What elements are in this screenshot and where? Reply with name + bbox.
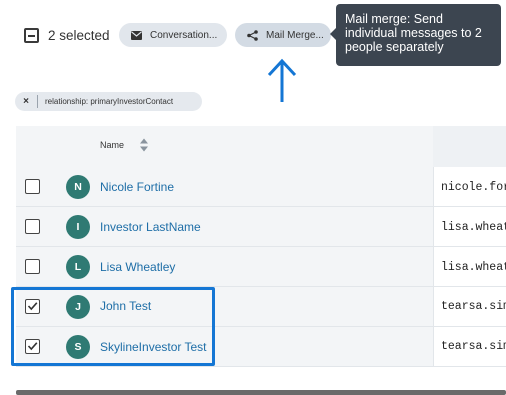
tooltip-text: Mail merge: Send individual messages to … <box>345 12 482 54</box>
chip-divider <box>37 95 38 108</box>
table-row[interactable]: S SkylineInvestor Test tearsa.sim@ <box>16 327 506 367</box>
contact-name-link[interactable]: Investor LastName <box>100 220 201 234</box>
mail-merge-tooltip: Mail merge: Send individual messages to … <box>330 4 501 66</box>
contact-name-link[interactable]: John Test <box>100 299 151 313</box>
table-row[interactable]: L Lisa Wheatley lisa.wheatley@ <box>16 247 506 287</box>
filter-chip: × relationship: primaryInvestorContact <box>15 92 202 111</box>
remove-filter-icon[interactable]: × <box>15 96 37 107</box>
select-all-checkbox[interactable] <box>24 28 39 43</box>
table-row[interactable]: J John Test tearsa.sim@ <box>16 287 506 327</box>
contact-name-link[interactable]: SkylineInvestor Test <box>100 340 207 354</box>
contact-name-link[interactable]: Lisa Wheatley <box>100 260 175 274</box>
table-header: Name <box>16 126 506 167</box>
row-checkbox[interactable] <box>25 219 40 234</box>
checkmark-icon <box>27 342 38 351</box>
avatar: L <box>66 255 90 279</box>
avatar: N <box>66 175 90 199</box>
horizontal-scrollbar[interactable] <box>16 390 506 395</box>
contact-email: nicole.fortine@ <box>441 181 506 194</box>
share-nodes-icon <box>246 29 258 41</box>
row-checkbox[interactable] <box>25 179 40 194</box>
column-header-name[interactable]: Name <box>100 140 124 150</box>
avatar: I <box>66 215 90 239</box>
avatar: J <box>66 295 90 319</box>
selected-count: 2 selected <box>48 28 110 43</box>
table-row[interactable]: N Nicole Fortine nicole.fortine@ <box>16 167 506 207</box>
contacts-table: Name N Nicole Fortine nicole.fortine@ I … <box>16 126 506 368</box>
avatar: S <box>66 335 90 359</box>
checkmark-icon <box>27 302 38 311</box>
contact-email: tearsa.sim@ <box>441 300 506 313</box>
row-checkbox-checked[interactable] <box>25 339 40 354</box>
arrow-up-icon <box>267 58 297 102</box>
contact-email: lisa.wheatley@ <box>441 221 506 234</box>
mail-merge-button[interactable]: Mail Merge... <box>235 23 331 47</box>
contact-email: lisa.wheatley@ <box>441 261 506 274</box>
filter-chip-label: relationship: primaryInvestorContact <box>45 97 174 106</box>
header-email-column <box>433 126 506 167</box>
contact-email: tearsa.sim@ <box>441 340 506 353</box>
mail-merge-label: Mail Merge... <box>266 29 324 41</box>
envelope-icon <box>130 29 142 41</box>
conversation-label: Conversation... <box>150 29 218 41</box>
row-checkbox-checked[interactable] <box>25 299 40 314</box>
table-row[interactable]: I Investor LastName lisa.wheatley@ <box>16 207 506 247</box>
sort-updown-icon[interactable] <box>138 137 150 153</box>
conversation-button[interactable]: Conversation... <box>119 23 227 47</box>
row-checkbox[interactable] <box>25 259 40 274</box>
contact-name-link[interactable]: Nicole Fortine <box>100 180 174 194</box>
